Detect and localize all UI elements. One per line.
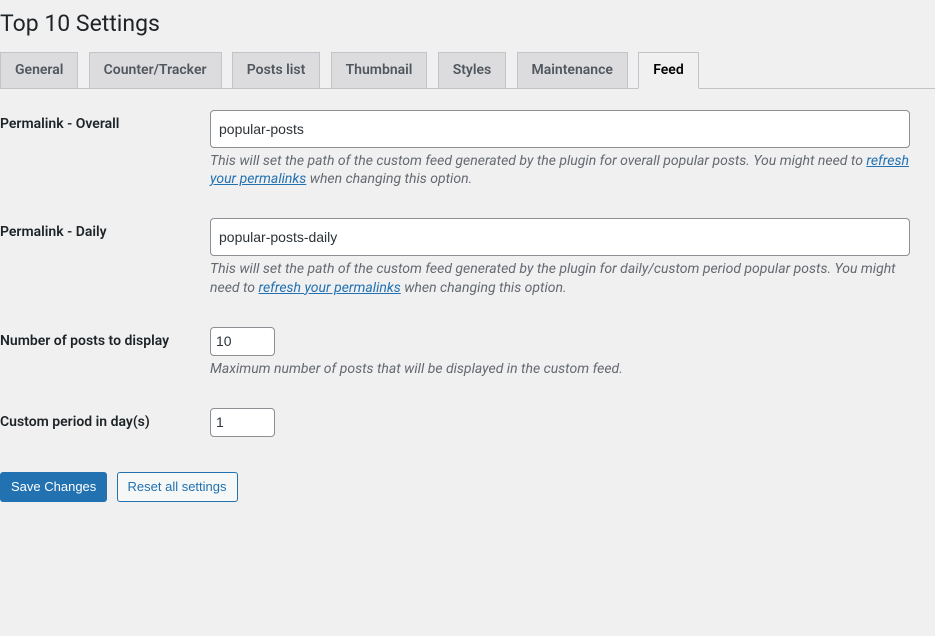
permalink-daily-input[interactable]	[210, 218, 910, 256]
permalink-overall-label: Permalink - Overall	[0, 95, 200, 203]
permalink-overall-desc: This will set the path of the custom fee…	[210, 152, 925, 188]
save-button[interactable]: Save Changes	[0, 472, 107, 502]
num-posts-desc: Maximum number of posts that will be dis…	[210, 360, 925, 378]
tab-wrapper: General Counter/Tracker Posts list Thumb…	[0, 43, 935, 89]
page-title: Top 10 Settings	[0, 0, 935, 43]
tab-thumbnail[interactable]: Thumbnail	[331, 52, 428, 88]
reset-button[interactable]: Reset all settings	[117, 472, 238, 502]
submit-row: Save Changes Reset all settings	[0, 452, 935, 522]
custom-period-label: Custom period in day(s)	[0, 393, 200, 452]
tab-general[interactable]: General	[0, 52, 78, 88]
permalink-daily-label: Permalink - Daily	[0, 203, 200, 311]
tab-maintenance[interactable]: Maintenance	[517, 52, 628, 88]
refresh-permalinks-link-2[interactable]: refresh your permalinks	[258, 280, 400, 296]
settings-table: Permalink - Overall This will set the pa…	[0, 95, 935, 452]
tab-posts-list[interactable]: Posts list	[232, 52, 321, 88]
num-posts-label: Number of posts to display	[0, 312, 200, 393]
tab-feed[interactable]: Feed	[638, 52, 699, 89]
permalink-overall-input[interactable]	[210, 110, 910, 148]
custom-period-input[interactable]	[210, 408, 275, 437]
tab-counter-tracker[interactable]: Counter/Tracker	[89, 52, 222, 88]
tab-styles[interactable]: Styles	[438, 52, 507, 88]
num-posts-input[interactable]	[210, 327, 275, 356]
permalink-daily-desc: This will set the path of the custom fee…	[210, 260, 925, 296]
